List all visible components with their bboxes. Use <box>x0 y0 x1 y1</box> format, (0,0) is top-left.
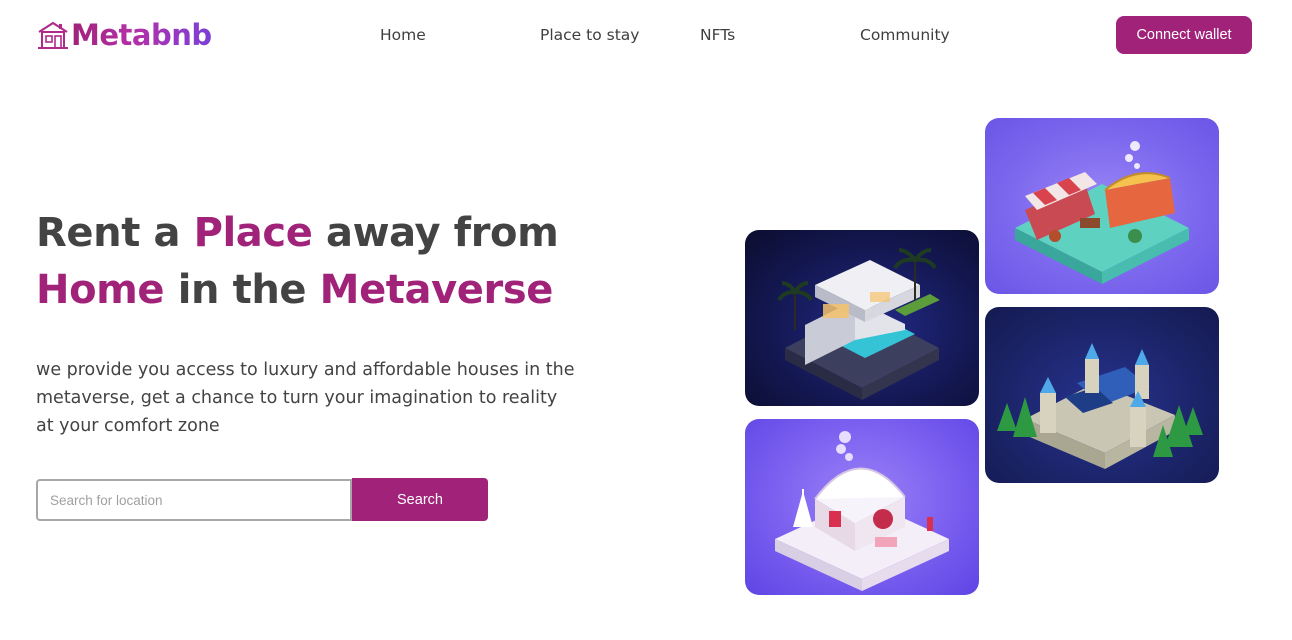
brand-name: Metabnb <box>71 18 212 52</box>
nav-nfts[interactable]: NFTs <box>700 25 735 45</box>
search-button[interactable]: Search <box>352 478 488 521</box>
winter-cottage-illustration <box>775 431 949 591</box>
gallery-image-castle <box>985 307 1219 483</box>
hero-title-text: in the <box>164 267 320 313</box>
hero-title-text: away from <box>312 210 559 256</box>
connect-wallet-button[interactable]: Connect wallet <box>1116 16 1252 54</box>
market-illustration <box>1015 141 1189 284</box>
nav-place-to-stay[interactable]: Place to stay <box>540 25 639 45</box>
gallery-image-winter-cottage <box>745 419 979 595</box>
nav-community[interactable]: Community <box>860 25 950 45</box>
nav-home[interactable]: Home <box>380 25 426 45</box>
hero-title-accent-metaverse: Metaverse <box>319 267 554 313</box>
gallery-image-villa <box>745 230 979 406</box>
hero-title-text: Rent a <box>36 210 194 256</box>
castle-illustration <box>997 343 1203 469</box>
brand-logo[interactable]: Metabnb <box>36 17 212 53</box>
villa-illustration <box>777 248 940 400</box>
hero-description: we provide you access to luxury and affo… <box>36 360 575 436</box>
search-location-input[interactable] <box>36 479 352 521</box>
hero-title: Rent a Place away from Home in the Metav… <box>36 205 656 319</box>
hero-title-accent-place: Place <box>193 210 313 256</box>
hero-title-accent-home: Home <box>36 267 165 313</box>
gallery-image-market <box>985 118 1219 294</box>
house-icon <box>38 21 68 49</box>
